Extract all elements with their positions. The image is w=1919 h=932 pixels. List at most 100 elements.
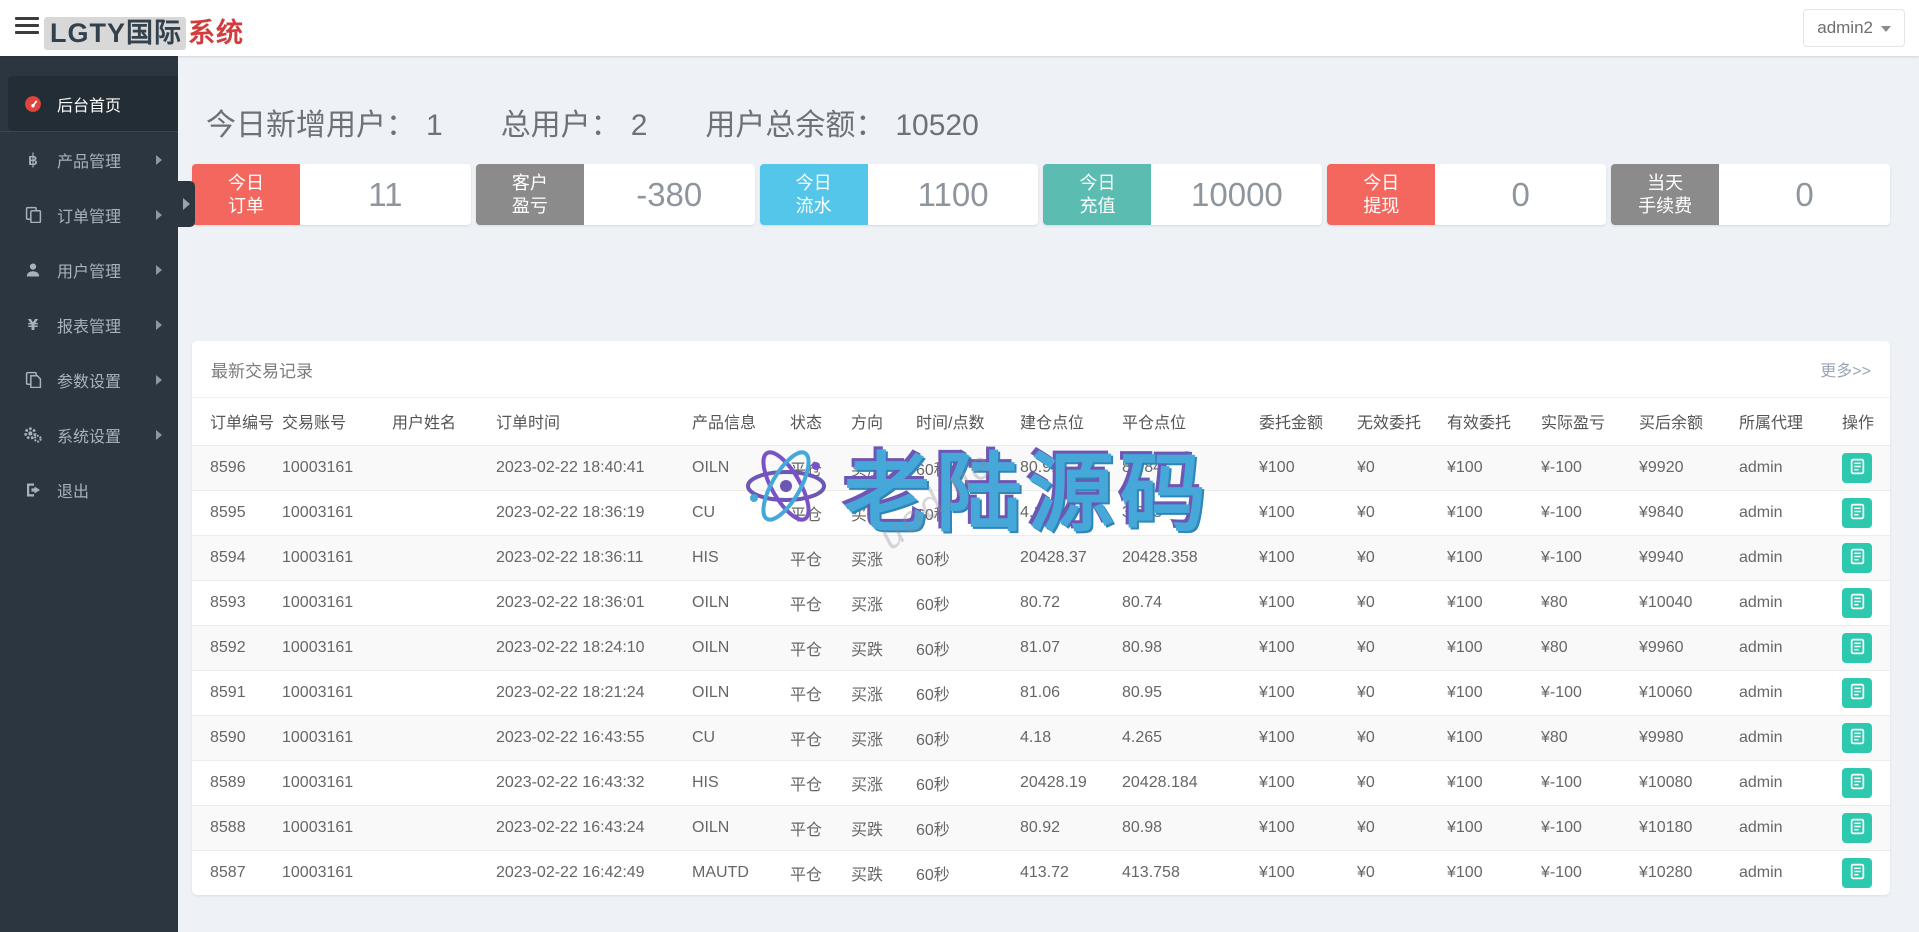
user-menu[interactable]: admin2 — [1803, 9, 1905, 47]
invalid-amount-cell: ¥0 — [1357, 580, 1447, 625]
order-time-cell: 2023-02-22 16:43:32 — [496, 760, 692, 805]
duration-cell: 60秒 — [916, 625, 1020, 670]
detail-icon — [1849, 728, 1866, 748]
user-name-cell — [392, 580, 496, 625]
row-detail-button[interactable] — [1842, 453, 1872, 483]
operation-cell — [1842, 580, 1890, 625]
close-price-cell: 413.758 — [1122, 850, 1259, 895]
row-detail-button[interactable] — [1842, 813, 1872, 843]
product-cell: MAUTD — [692, 850, 790, 895]
row-detail-button[interactable] — [1842, 723, 1872, 753]
agent-cell: admin — [1739, 535, 1842, 580]
params-icon — [22, 371, 44, 389]
invalid-amount-cell: ¥0 — [1357, 760, 1447, 805]
row-detail-button[interactable] — [1842, 858, 1872, 888]
stat-card-label: 今日充值 — [1043, 164, 1151, 225]
amount-cell: ¥100 — [1259, 490, 1357, 535]
order-id-cell: 8595 — [192, 490, 282, 535]
amount-cell: ¥100 — [1259, 670, 1357, 715]
sidebar-item-1[interactable]: 后台首页 — [8, 76, 178, 131]
table-row: 8590100031612023-02-22 16:43:55CU平仓买涨60秒… — [192, 715, 1890, 760]
profit-cell: ¥-100 — [1541, 445, 1639, 490]
column-header: 平仓点位 — [1122, 398, 1259, 445]
logo-primary-text: LGTY国际 — [44, 17, 186, 50]
valid-amount-cell: ¥100 — [1447, 625, 1541, 670]
sidebar-item-7[interactable]: 系统设置 — [0, 407, 178, 462]
profit-cell: ¥-100 — [1541, 670, 1639, 715]
account-cell: 10003161 — [282, 850, 392, 895]
status-cell: 平仓 — [790, 715, 851, 760]
sidebar-item-5[interactable]: ¥报表管理 — [0, 297, 178, 352]
order-id-cell: 8593 — [192, 580, 282, 625]
duration-cell: 60秒 — [916, 580, 1020, 625]
row-detail-button[interactable] — [1842, 498, 1872, 528]
profit-cell: ¥-100 — [1541, 535, 1639, 580]
table-row: 8592100031612023-02-22 18:24:10OILN平仓买跌6… — [192, 625, 1890, 670]
agent-cell: admin — [1739, 760, 1842, 805]
invalid-amount-cell: ¥0 — [1357, 625, 1447, 670]
row-detail-button[interactable] — [1842, 588, 1872, 618]
user-name: admin2 — [1817, 18, 1873, 38]
agent-cell: admin — [1739, 670, 1842, 715]
operation-cell — [1842, 670, 1890, 715]
row-detail-button[interactable] — [1842, 543, 1872, 573]
sidebar-item-3[interactable]: 订单管理 — [0, 187, 178, 242]
stat-cards: 今日订单11客户盈亏-380今日流水1100今日充值10000今日提现0当天手续… — [192, 164, 1890, 225]
profit-cell: ¥-100 — [1541, 760, 1639, 805]
detail-icon — [1849, 683, 1866, 703]
stat-card: 今日提现0 — [1327, 164, 1606, 225]
sidebar-item-2[interactable]: B产品管理 — [0, 132, 178, 187]
status-cell: 平仓 — [790, 445, 851, 490]
table-row: 8588100031612023-02-22 16:43:24OILN平仓买跌6… — [192, 805, 1890, 850]
direction-cell: 买涨 — [851, 760, 916, 805]
menu-toggle-icon[interactable] — [15, 17, 39, 37]
operation-cell — [1842, 715, 1890, 760]
table-row: 8589100031612023-02-22 16:43:32HIS平仓买涨60… — [192, 760, 1890, 805]
chevron-right-icon — [156, 320, 162, 330]
user-name-cell — [392, 535, 496, 580]
direction-cell: 买跌 — [851, 805, 916, 850]
direction-cell: 买涨 — [851, 670, 916, 715]
valid-amount-cell: ¥100 — [1447, 535, 1541, 580]
sidebar-handle[interactable] — [178, 181, 195, 227]
product-cell: OILN — [692, 580, 790, 625]
operation-cell — [1842, 535, 1890, 580]
amount-cell: ¥100 — [1259, 805, 1357, 850]
logo-accent-text: 系统 — [186, 18, 244, 48]
agent-cell: admin — [1739, 490, 1842, 535]
sidebar-item-6[interactable]: 参数设置 — [0, 352, 178, 407]
column-header: 建仓点位 — [1020, 398, 1122, 445]
row-detail-button[interactable] — [1842, 678, 1872, 708]
profit-cell: ¥-100 — [1541, 850, 1639, 895]
order-id-cell: 8591 — [192, 670, 282, 715]
invalid-amount-cell: ¥0 — [1357, 715, 1447, 760]
sidebar-item-8[interactable]: 退出 — [0, 462, 178, 517]
amount-cell: ¥100 — [1259, 715, 1357, 760]
column-header: 状态 — [790, 398, 851, 445]
sidebar: 后台首页B产品管理订单管理用户管理¥报表管理参数设置系统设置退出 — [0, 56, 178, 932]
column-header: 方向 — [851, 398, 916, 445]
more-link[interactable]: 更多>> — [1820, 357, 1871, 381]
summary-stat: 今日新增用户：1 — [206, 100, 443, 144]
agent-cell: admin — [1739, 715, 1842, 760]
close-price-cell: 80.98 — [1122, 625, 1259, 670]
amount-cell: ¥100 — [1259, 850, 1357, 895]
panel-title: 最新交易记录 — [211, 357, 313, 382]
balance-cell: ¥9960 — [1639, 625, 1739, 670]
chevron-right-icon — [156, 155, 162, 165]
row-detail-button[interactable] — [1842, 633, 1872, 663]
close-price-cell: 80.95 — [1122, 670, 1259, 715]
sidebar-item-4[interactable]: 用户管理 — [0, 242, 178, 297]
product-cell: CU — [692, 490, 790, 535]
open-price-cell: 4.18 — [1020, 715, 1122, 760]
order-time-cell: 2023-02-22 18:21:24 — [496, 670, 692, 715]
profit-cell: ¥-100 — [1541, 490, 1639, 535]
operation-cell — [1842, 490, 1890, 535]
profit-cell: ¥80 — [1541, 625, 1639, 670]
user-name-cell — [392, 445, 496, 490]
row-detail-button[interactable] — [1842, 768, 1872, 798]
open-price-cell: 81.06 — [1020, 670, 1122, 715]
trades-panel: 最新交易记录 更多>> 订单编号交易账号用户姓名订单时间产品信息状态方向时间/点… — [192, 341, 1890, 895]
stat-card-value: -380 — [584, 164, 755, 225]
stat-card-label: 今日流水 — [760, 164, 868, 225]
